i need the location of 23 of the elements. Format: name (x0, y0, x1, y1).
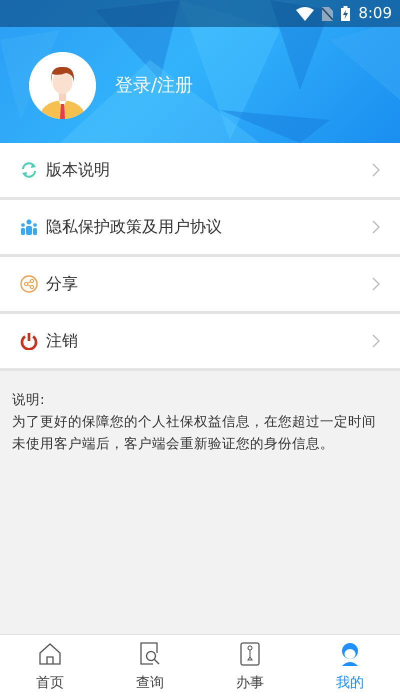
power-icon (20, 332, 38, 350)
menu-item[interactable]: 分享 (0, 257, 400, 314)
menu-item[interactable]: 注销 (0, 314, 400, 371)
avatar[interactable] (29, 52, 96, 118)
no-sim-icon (322, 6, 334, 20)
battery-charging-icon (341, 6, 350, 21)
status-time: 8:09 (358, 3, 392, 24)
menu-item[interactable]: 版本说明 (0, 143, 400, 200)
notice-title: 说明: (12, 391, 46, 410)
share-icon (20, 275, 38, 293)
chevron-right-icon (372, 220, 380, 234)
refresh-icon (20, 161, 38, 179)
chevron-right-icon (372, 163, 380, 177)
nav-tab[interactable]: 办事 (200, 635, 300, 700)
chevron-right-icon (372, 334, 380, 348)
nav-tab[interactable]: 查询 (100, 635, 200, 700)
nav-tab[interactable]: 首页 (0, 635, 100, 700)
home-icon (37, 641, 63, 667)
chevron-right-icon (372, 277, 380, 291)
wifi-icon (296, 6, 314, 20)
notice-text: 为了更好的保障您的个人社保权益信息，在您超过一定时间未使用客户端后，客户端会重新验证您的身份信息。 (12, 413, 377, 454)
menu-item[interactable]: 隐私保护政策及用户协议 (0, 200, 400, 257)
people-icon (20, 218, 38, 236)
